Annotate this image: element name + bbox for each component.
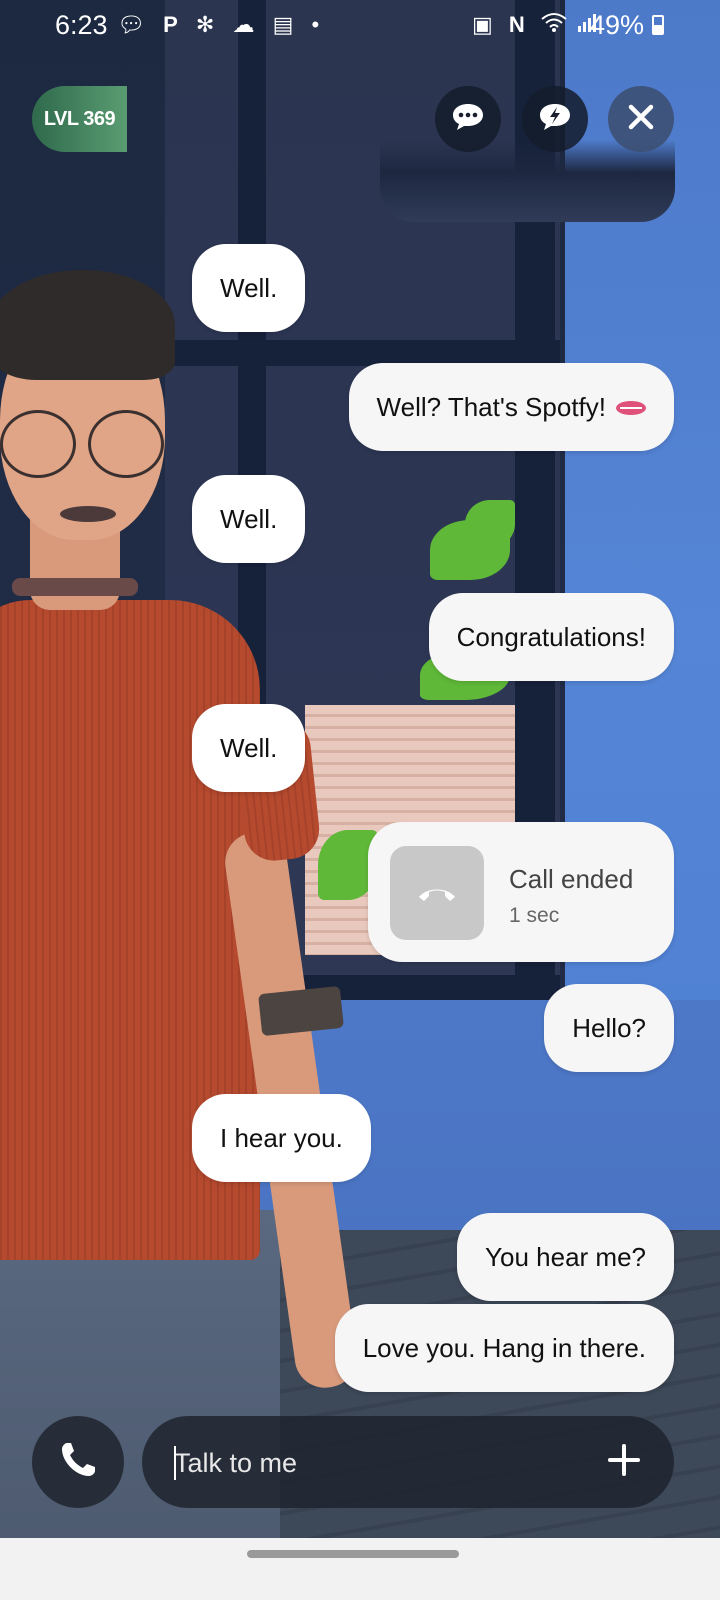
message-text: Love you. Hang in there. [362,1332,646,1363]
level-badge[interactable]: LVL 369 [32,86,127,152]
message-text: Well? That's Spotfy! [376,391,606,422]
battery-icon [651,14,664,35]
message-text: Congratulations! [456,621,646,652]
close-button[interactable] [608,86,674,152]
incoming-message: Well. [192,475,306,563]
lock-icon: ▣ [472,12,498,37]
chat-options-button[interactable] [435,86,501,152]
nfc-icon: N [508,12,530,37]
add-attachment-button[interactable] [602,1440,646,1484]
phone-icon [58,1440,98,1485]
close-icon [626,102,656,137]
character-avatar [0,270,380,1600]
avatar-glasses [0,410,76,478]
plant [465,500,515,548]
spark-chat-button[interactable] [522,86,588,152]
lips-emoji-icon [616,401,646,415]
battery-text: 49% [590,10,645,40]
cloud-icon: ☁ [232,12,261,37]
outgoing-message: Congratulations! [428,593,674,681]
status-bar: 6:23 💬︎ P ✻ ☁ ▤ • ▣ N 49% [0,0,720,52]
message-text: Well. [220,732,278,763]
call-duration: 1 sec [509,904,560,927]
message-text: Hello? [572,1012,646,1043]
message-text: You hear me? [485,1241,646,1272]
talk-input[interactable] [172,1416,596,1510]
system-icons: ▣ N [472,12,597,38]
call-button[interactable] [32,1416,124,1508]
call-ended-icon [390,846,484,940]
incoming-message: Well. [192,704,306,792]
message-text: Well. [220,503,278,534]
incoming-message: Well. [192,244,306,332]
chat-options-icon [451,102,485,137]
message-text: I hear you. [220,1122,343,1153]
previous-message-bubble [380,140,675,222]
avatar-tattoo-band [258,985,344,1037]
message-composer [142,1416,674,1510]
avatar-glasses [88,410,164,478]
home-gesture-handle[interactable] [247,1550,459,1558]
level-label: LVL 369 [43,107,116,130]
clipboard-icon: ▤ [272,12,300,37]
chat-bubble-icon: 💬︎ [117,12,151,37]
fan-icon: ✻ [195,12,221,37]
incoming-message: I hear you. [192,1094,371,1182]
dot-icon: • [311,12,326,37]
p-icon: P [163,12,184,37]
outgoing-message: Hello? [544,984,674,1072]
text-caret [174,1446,176,1480]
avatar-lips [60,506,116,522]
outgoing-message: You hear me? [457,1213,674,1301]
notification-icons: 💬︎ P ✻ ☁ ▤ • [117,12,325,38]
avatar-choker [12,578,138,596]
outgoing-message: Well? That's Spotfy! [348,363,674,451]
message-text: Well. [220,272,278,303]
call-title: Call ended [509,864,634,894]
navigation-bar [0,1538,720,1600]
outgoing-message: Love you. Hang in there. [334,1304,674,1392]
wifi-icon [541,12,578,37]
battery-level: 49% [590,10,664,41]
plus-icon [607,1443,641,1482]
status-time: 6:23 [55,10,108,40]
spark-bubble-icon [538,102,572,137]
avatar-hair [0,270,175,380]
call-ended-card[interactable]: Call ended 1 sec [368,822,674,962]
